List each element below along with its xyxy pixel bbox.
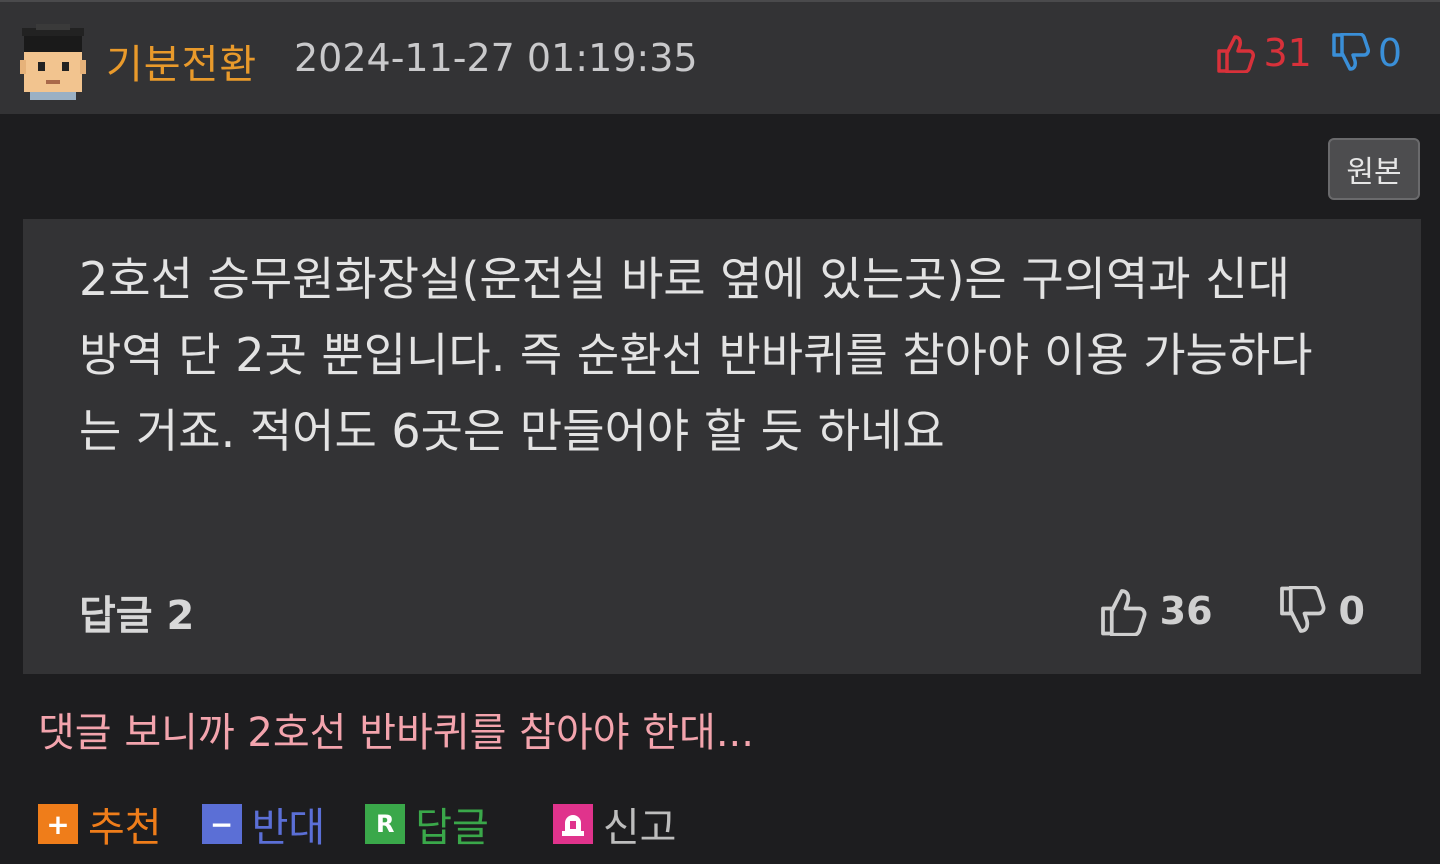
report-label: 신고 — [602, 805, 677, 851]
post-header: 기분전환 2024-11-27 01:19:35 31 0 — [0, 0, 1440, 114]
recommend-button[interactable]: + 추천 — [38, 795, 162, 853]
upvote-count: 31 — [1263, 31, 1312, 75]
quoted-comment-text: 2호선 승무원화장실(운전실 바로 옆에 있는곳)은 구의역과 신대방역 단 2… — [79, 252, 1313, 458]
recommend-label: 추천 — [88, 805, 162, 851]
downvote-count: 0 — [1377, 31, 1402, 75]
thumbs-down-icon[interactable] — [1330, 33, 1370, 73]
plus-icon: + — [38, 804, 78, 844]
comment-actions: + 추천 − 반대 R 답글 신고 — [38, 795, 716, 853]
quoted-comment-votes: 36 0 — [1098, 583, 1365, 639]
minus-icon: − — [201, 804, 242, 844]
quoted-comment: 2호선 승무원화장실(운전실 바로 옆에 있는곳)은 구의역과 신대방역 단 2… — [23, 219, 1421, 674]
original-button[interactable]: 원본 — [1328, 138, 1420, 200]
like-icon[interactable] — [1098, 586, 1148, 636]
thumbs-up-icon[interactable] — [1215, 33, 1256, 73]
reply-button[interactable]: R 답글 — [365, 795, 489, 853]
dislike-count: 0 — [1338, 589, 1365, 633]
reply-r-icon: R — [365, 804, 406, 844]
dislike-icon[interactable] — [1277, 586, 1327, 636]
oppose-button[interactable]: − 반대 — [201, 795, 326, 853]
username[interactable]: 기분전환 — [106, 32, 257, 90]
comment-text: 댓글 보니까 2호선 반바퀴를 참아야 한대... — [38, 710, 754, 756]
post-timestamp: 2024-11-27 01:19:35 — [294, 36, 698, 80]
post-votes: 31 0 — [1215, 30, 1402, 76]
report-button[interactable]: 신고 — [552, 795, 677, 853]
reply-label: 답글 — [415, 805, 489, 851]
pixel-avatar-icon — [20, 24, 86, 100]
siren-icon — [552, 804, 593, 844]
avatar[interactable] — [16, 24, 90, 100]
reply-count-link[interactable]: 답글 2 — [79, 583, 194, 641]
oppose-label: 반대 — [251, 805, 326, 851]
like-count: 36 — [1159, 589, 1213, 633]
